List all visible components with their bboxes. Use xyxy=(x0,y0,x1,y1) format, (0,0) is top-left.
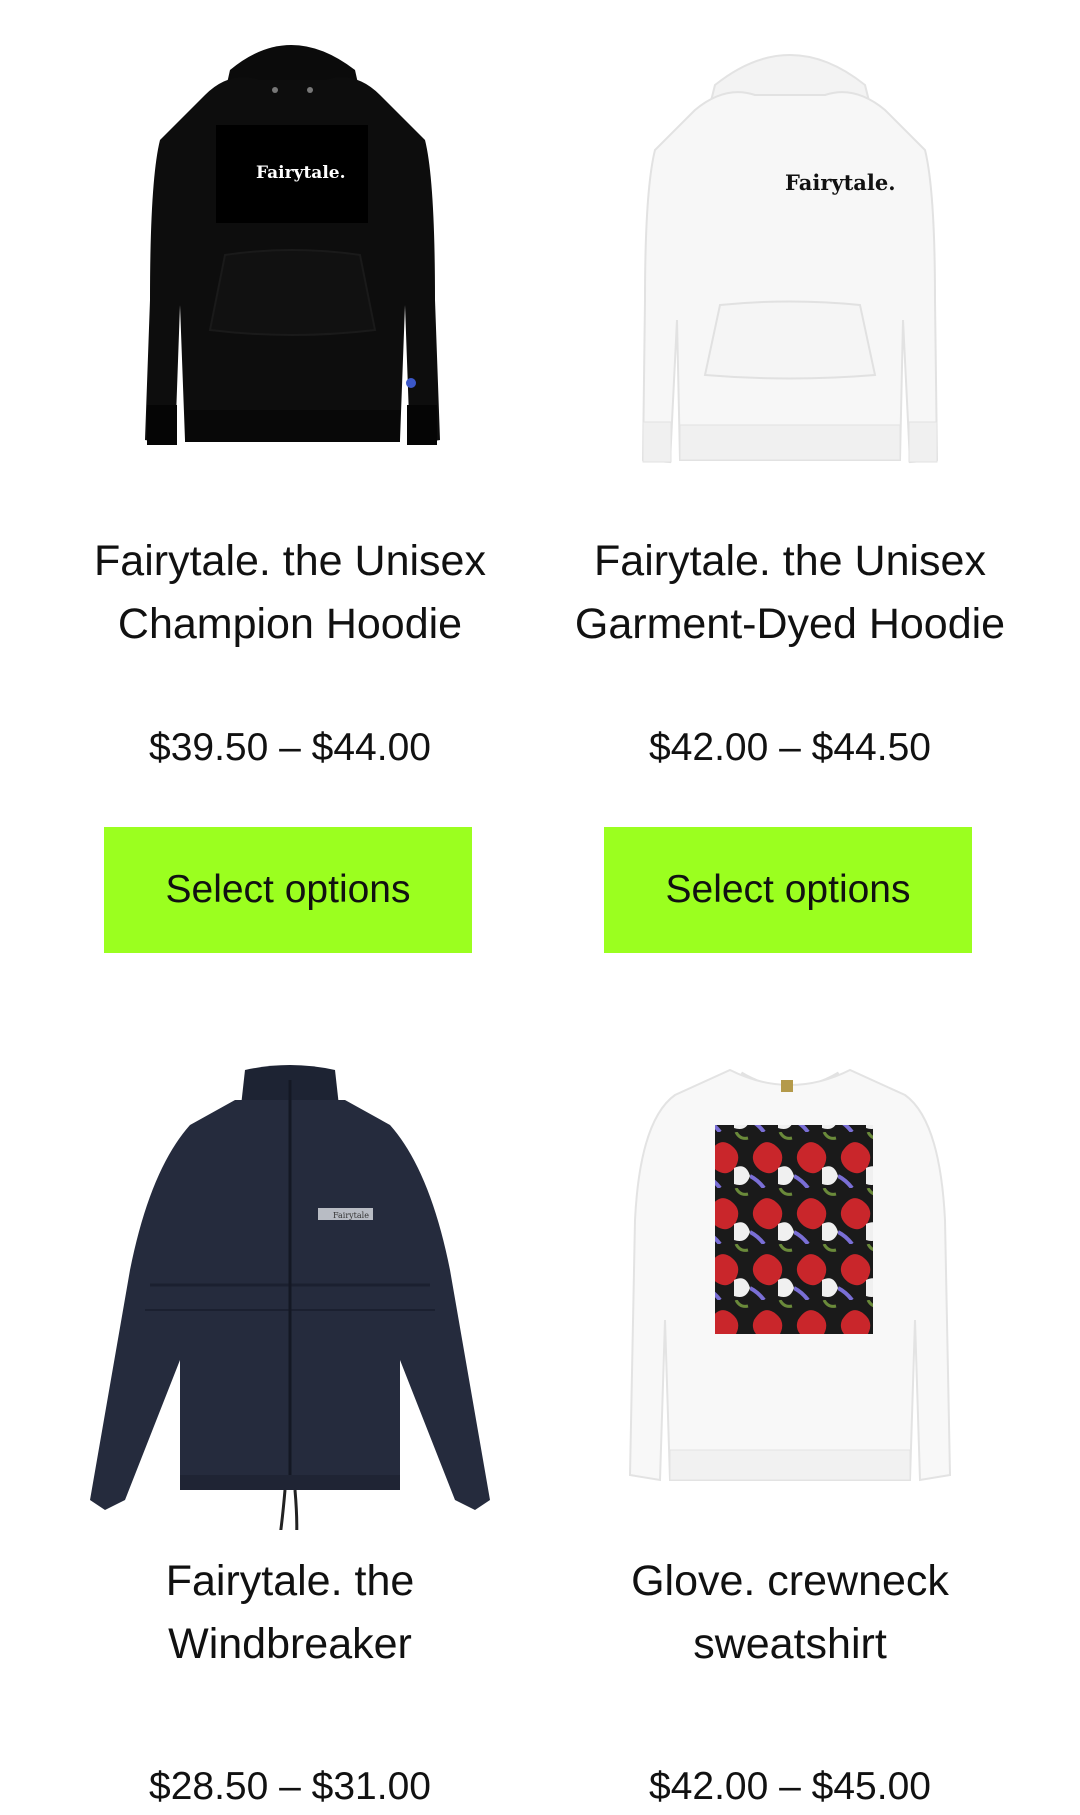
product-card: Fairytale Fairytale. the Windbreaker $28… xyxy=(30,1020,550,1808)
crewneck-sweatshirt-image xyxy=(628,1068,952,1482)
product-price: $42.00 – $44.50 xyxy=(649,726,931,769)
product-card: Fairytale. Fairytale. the Unisex Champio… xyxy=(30,0,550,953)
white-hoodie-image: Fairytale. xyxy=(641,54,939,464)
hoodie-print-text: Fairytale. xyxy=(256,163,346,183)
product-image-link[interactable]: Fairytale. xyxy=(30,0,550,510)
product-grid: Fairytale. Fairytale. the Unisex Champio… xyxy=(0,0,1080,1815)
product-image-link[interactable]: Fairytale xyxy=(30,1020,550,1530)
windbreaker-label-text: Fairytale xyxy=(333,1211,369,1220)
product-card: Fairytale. Fairytale. the Unisex Garment… xyxy=(530,0,1050,953)
product-price: $42.00 – $45.00 xyxy=(649,1765,931,1808)
product-title[interactable]: Glove. crewneck sweatshirt xyxy=(550,1550,1030,1676)
hoodie-print-text: Fairytale. xyxy=(785,170,896,195)
product-title[interactable]: Fairytale. the Unisex Champion Hoodie xyxy=(50,530,530,656)
select-options-button[interactable]: Select options xyxy=(104,827,472,953)
black-hoodie-image: Fairytale. xyxy=(145,45,440,445)
product-price: $39.50 – $44.00 xyxy=(149,726,431,769)
product-card: Glove. crewneck sweatshirt $42.00 – $45.… xyxy=(530,1020,1050,1808)
product-image-link[interactable]: Fairytale. xyxy=(530,0,1050,510)
product-title[interactable]: Fairytale. the Unisex Garment-Dyed Hoodi… xyxy=(550,530,1030,656)
product-image-link[interactable] xyxy=(530,1020,1050,1530)
select-options-button[interactable]: Select options xyxy=(604,827,972,953)
windbreaker-image: Fairytale xyxy=(90,1065,490,1530)
product-title[interactable]: Fairytale. the Windbreaker xyxy=(50,1550,530,1676)
product-price: $28.50 – $31.00 xyxy=(149,1765,431,1808)
